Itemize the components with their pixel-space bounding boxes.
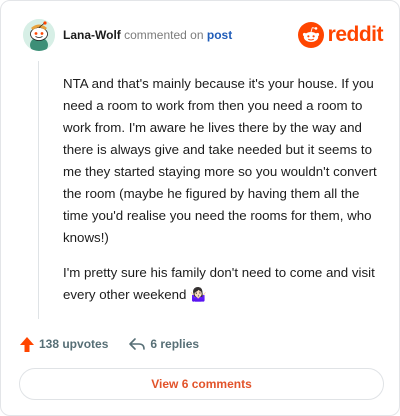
comment-stats: 138 upvotes 6 replies bbox=[19, 335, 199, 353]
reddit-brand[interactable]: reddit bbox=[297, 21, 384, 49]
comment-paragraph: NTA and that's mainly because it's your … bbox=[63, 76, 377, 245]
comment-card: Lana-Wolf commented on post reddit NTA a… bbox=[0, 0, 400, 416]
username-link[interactable]: Lana-Wolf bbox=[63, 28, 121, 42]
replies-count: 6 replies bbox=[150, 337, 200, 351]
thread-line bbox=[38, 61, 39, 319]
reddit-wordmark: reddit bbox=[327, 23, 384, 46]
reply-arrow-icon bbox=[129, 338, 146, 350]
snoo-avatar-icon[interactable] bbox=[23, 19, 55, 51]
view-comments-button[interactable]: View 6 comments bbox=[19, 368, 384, 400]
comment-header: Lana-Wolf commented on post reddit bbox=[23, 19, 384, 53]
replies-stat[interactable]: 6 replies bbox=[128, 336, 199, 352]
upvote-arrow-icon bbox=[20, 336, 34, 352]
upvotes-stat[interactable]: 138 upvotes bbox=[19, 336, 108, 353]
comment-body: NTA and that's mainly because it's your … bbox=[63, 73, 383, 319]
action-text: commented on bbox=[124, 28, 204, 42]
comment-meta: Lana-Wolf commented on post bbox=[63, 28, 232, 42]
post-link[interactable]: post bbox=[207, 28, 232, 42]
reddit-logo-icon bbox=[297, 22, 324, 48]
comment-paragraph: I'm pretty sure his family don't need to… bbox=[63, 265, 375, 302]
upvotes-count: 138 upvotes bbox=[39, 337, 109, 351]
